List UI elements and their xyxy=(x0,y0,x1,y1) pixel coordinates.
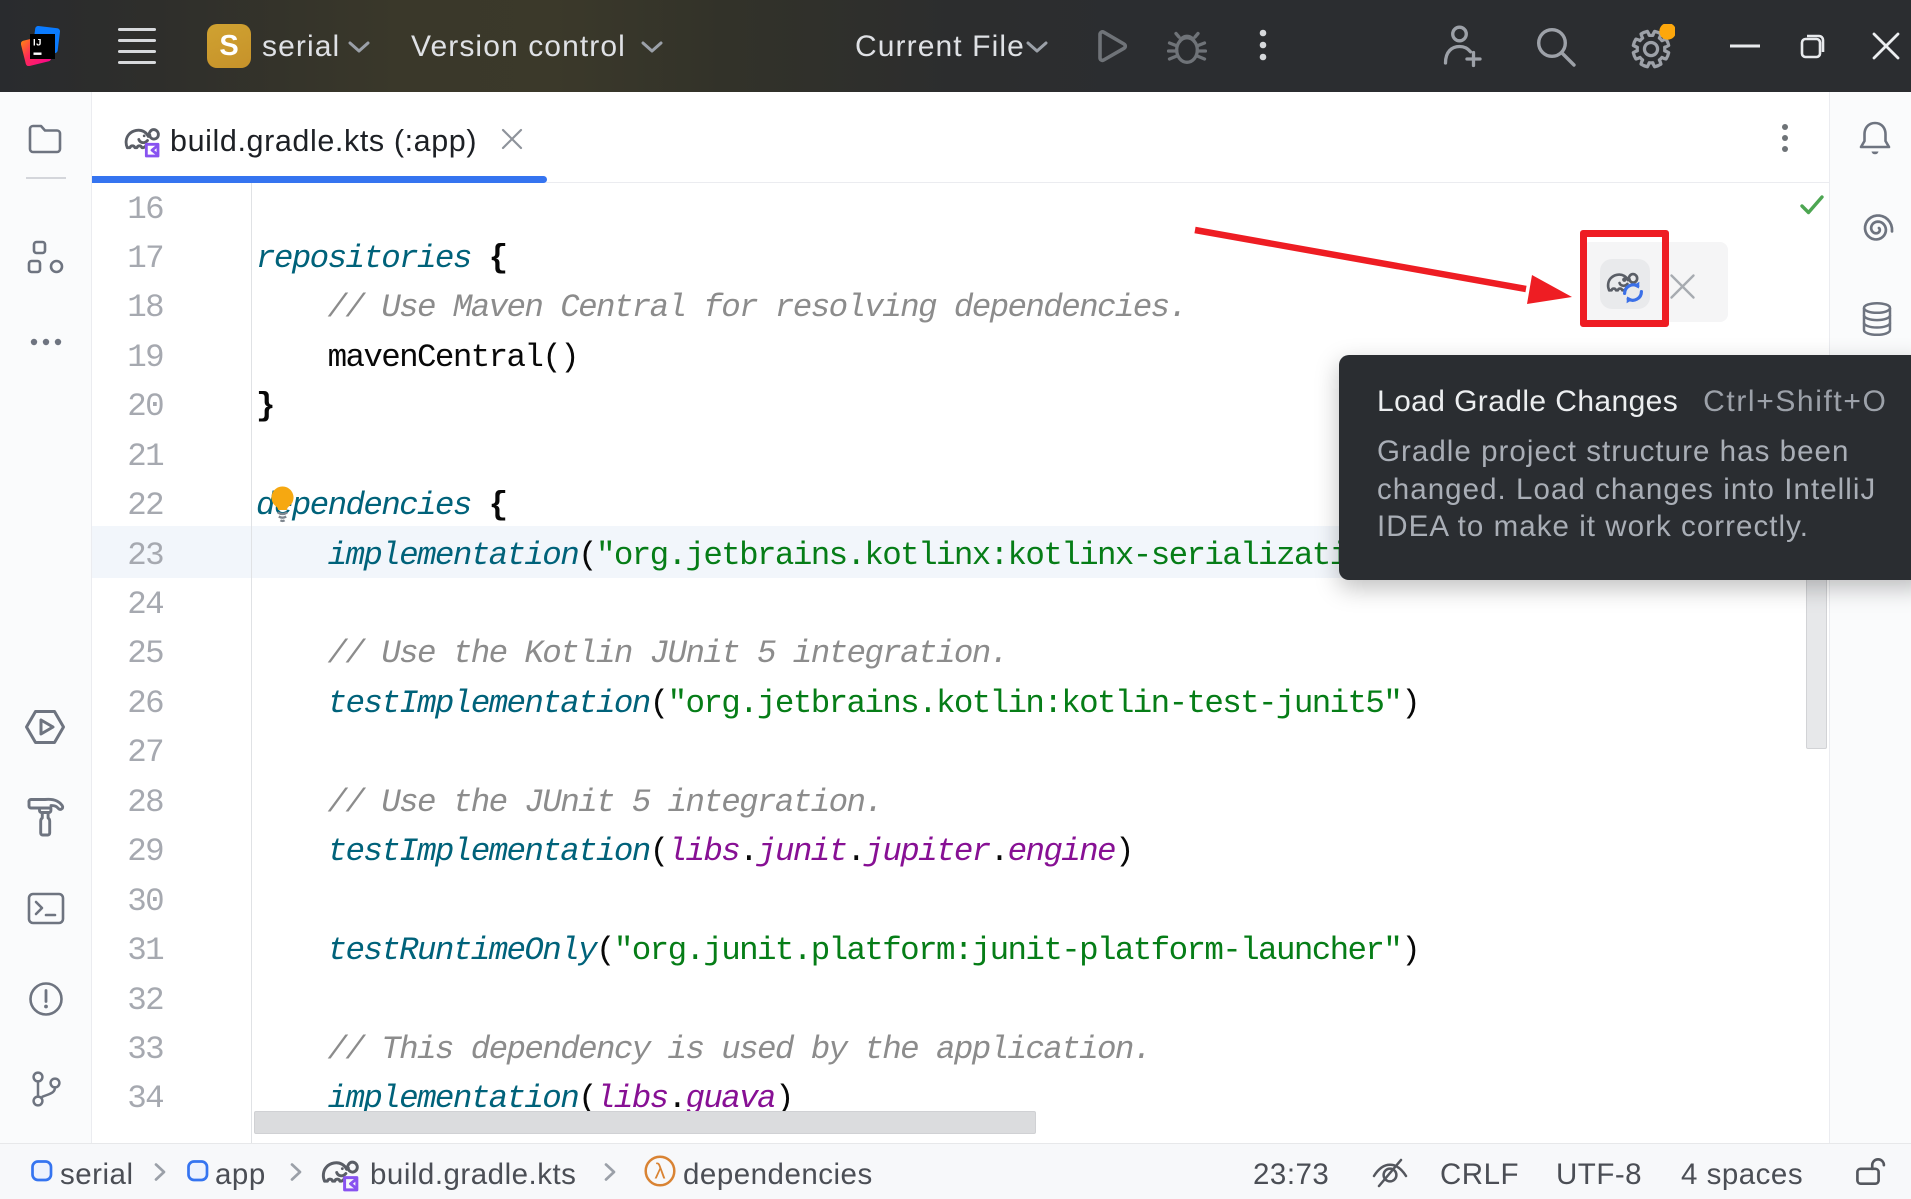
svg-text:λ: λ xyxy=(655,1159,666,1184)
svg-text:IJ: IJ xyxy=(33,38,42,49)
